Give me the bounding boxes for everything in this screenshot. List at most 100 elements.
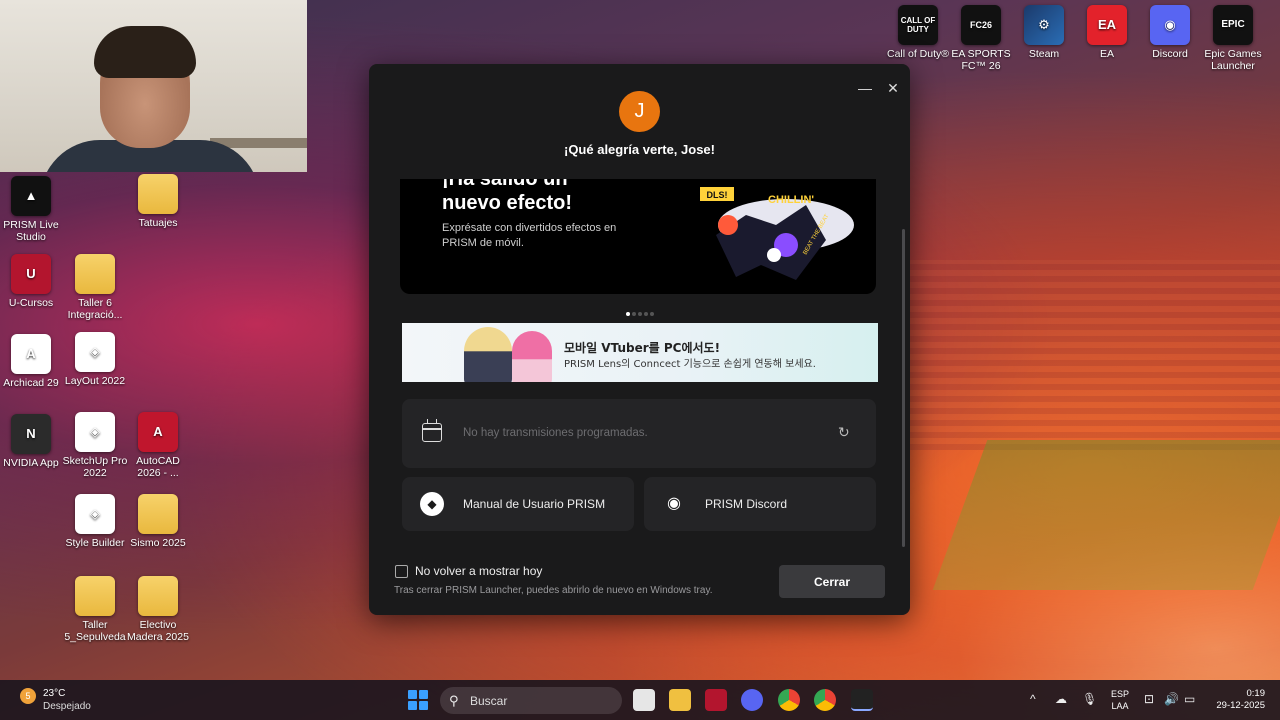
scrollbar[interactable] [902,229,905,547]
user-avatar: J [619,91,660,132]
banner-description: Exprésate con divertidos efectos en PRIS… [442,222,617,249]
banner-title: ¡Ha salido un nuevo efecto! [442,179,672,215]
system-clock[interactable]: 0:19 29-12-2025 [1210,688,1265,712]
folder-icon [138,494,178,534]
sticker-text-chillin: CHILLIN' [768,194,814,206]
desktop-icon-steam[interactable]: ⚙ Steam [1010,5,1078,60]
layout-icon: ◈ [75,332,115,372]
tray-note: Tras cerrar PRISM Launcher, puedes abrir… [394,585,713,596]
steam-icon: ⚙ [1024,5,1064,45]
nvidia-icon: N [11,414,51,454]
carousel-dot[interactable] [631,312,636,316]
prism-discord-link[interactable]: ◉ PRISM Discord [644,477,876,531]
desktop-icon-taller-5[interactable]: Taller 5_Sepulveda [61,576,129,643]
volume-icon[interactable]: 🔊 [1164,692,1179,706]
scheduled-streams-card: No hay transmisiones programadas. ↻ [402,399,876,468]
search-icon: ⚲ [449,693,459,708]
desktop-icon-taller-6[interactable]: Taller 6 Integració... [61,254,129,321]
carousel-dot[interactable] [637,312,642,316]
chrome-profile-icon[interactable] [814,689,836,711]
windows-logo-pane [419,690,428,699]
stadium-field [932,440,1280,590]
task-view-icon[interactable] [633,689,655,711]
clock-time: 0:19 [1246,688,1266,699]
user-manual-label: Manual de Usuario PRISM [463,497,606,511]
desktop-icon-autocad[interactable]: A AutoCAD 2026 - ... [124,412,192,479]
greeting-text: ¡Qué alegría verte, Jose! [563,142,715,157]
prism-taskbar-icon[interactable] [851,689,873,711]
desktop-icon-nvidia[interactable]: N NVIDIA App [0,414,65,469]
webcam-person-hair [94,26,196,78]
desktop-icon-electivo-madera[interactable]: Electivo Madera 2025 [124,576,192,643]
desktop-icon-label: Tatuajes [138,217,178,229]
desktop-icon-label: Taller 5_Sepulveda [64,619,126,643]
desktop-icon-epic-games[interactable]: EPIC Epic Games Launcher [1199,5,1267,72]
desktop-icon-label: EA SPORTS FC™ 26 [951,48,1011,72]
sticker-text-dls: DLS! [707,190,728,200]
desktop-icon-label: Epic Games Launcher [1204,48,1262,72]
dont-show-today-checkbox[interactable] [395,565,408,578]
desktop-icon-archicad[interactable]: A Archicad 29 [0,334,65,389]
carousel-dot[interactable] [649,312,654,316]
desktop-icon-sismo[interactable]: Sismo 2025 [124,494,192,549]
vtuber-promo-banner[interactable]: 모바일 VTuber를 PC에서도! PRISM Lens의 Conncect … [402,323,878,382]
start-button[interactable] [408,690,428,710]
refresh-icon[interactable]: ↻ [838,424,850,441]
desktop-icon-ea-sports-fc[interactable]: FC26 EA SPORTS FC™ 26 [947,5,1015,72]
microphone-icon[interactable]: 🎙 [1082,692,1097,706]
sketchup-icon: ◈ [75,412,115,452]
close-window-button[interactable]: ✕ [883,78,903,98]
archicad-icon: A [11,334,51,374]
desktop-icon-prism-live-studio[interactable]: ▲ PRISM Live Studio [0,176,65,243]
desktop-icon-discord[interactable]: ◉ Discord [1136,5,1204,60]
close-button[interactable]: Cerrar [779,565,885,598]
folder-icon [75,576,115,616]
desktop-icon-call-of-duty[interactable]: CALL OF DUTY Call of Duty® [884,5,952,60]
promo-banner[interactable]: ¡Ha salido un nuevo efecto! Exprésate co… [400,179,876,294]
desktop-icon-label: U-Cursos [8,297,54,309]
user-manual-link[interactable]: ◆ Manual de Usuario PRISM [402,477,634,531]
chrome-icon[interactable] [778,689,800,711]
u-cursos-taskbar-icon[interactable] [705,689,727,711]
effect-sticker-illustration: DLS! CHILLIN' BEAT THE BEAT [700,187,854,280]
desktop-icon-label: Steam [1028,48,1060,60]
weather-sun-icon[interactable]: 5 [20,688,36,704]
windows-logo-pane [408,690,417,699]
discord-taskbar-icon[interactable] [741,689,763,711]
discord-icon: ◉ [667,495,681,512]
tray-overflow-icon[interactable]: ^ [1030,692,1036,706]
network-icon[interactable]: ⊡ [1144,692,1154,706]
minimize-button[interactable]: — [855,78,875,98]
desktop-icon-label: SketchUp Pro 2022 [62,455,128,479]
battery-icon[interactable]: ▭ [1184,692,1195,706]
windows-logo-pane [419,701,428,710]
taskbar: 5 23°C Despejado ⚲ Buscar ^ ☁ 🎙 ESP LAA … [0,680,1280,720]
desktop-icon-tatuajes[interactable]: Tatuajes [124,174,192,229]
discord-icon: ◉ [1150,5,1190,45]
dont-show-today-label[interactable]: No volver a mostrar hoy [415,564,542,578]
u-cursos-icon: U [11,254,51,294]
taskbar-search[interactable]: ⚲ Buscar [440,687,622,714]
desktop-icon-u-cursos[interactable]: U U-Cursos [0,254,65,309]
desktop-icon-label: Style Builder [65,537,125,549]
prism-live-studio-icon: ▲ [11,176,51,216]
desktop-icon-style-builder[interactable]: ◈ Style Builder [61,494,129,549]
carousel-dot[interactable] [625,312,630,316]
carousel-indicator [369,303,910,321]
folder-icon [138,174,178,214]
language-indicator[interactable]: ESP LAA [1111,688,1129,712]
weather-temperature[interactable]: 23°C [43,688,65,699]
weather-description[interactable]: Despejado [43,701,91,712]
folder-icon [75,254,115,294]
desktop-icon-sketchup[interactable]: ◈ SketchUp Pro 2022 [61,412,129,479]
carousel-dot[interactable] [643,312,648,316]
onedrive-icon[interactable]: ☁ [1055,692,1067,706]
desktop-icon-ea[interactable]: EA EA [1073,5,1141,60]
stadium-stands [910,260,1280,450]
language-code: ESP [1111,689,1130,699]
prism-launcher-window: — ✕ J ¡Qué alegría verte, Jose! ¡Ha sali… [369,64,910,615]
launcher-content-scroll[interactable]: ¡Ha salido un nuevo efecto! Exprésate co… [369,179,910,553]
file-explorer-icon[interactable] [669,689,691,711]
desktop-icon-layout[interactable]: ◈ LayOut 2022 [61,332,129,387]
prism-discord-label: PRISM Discord [705,497,788,511]
